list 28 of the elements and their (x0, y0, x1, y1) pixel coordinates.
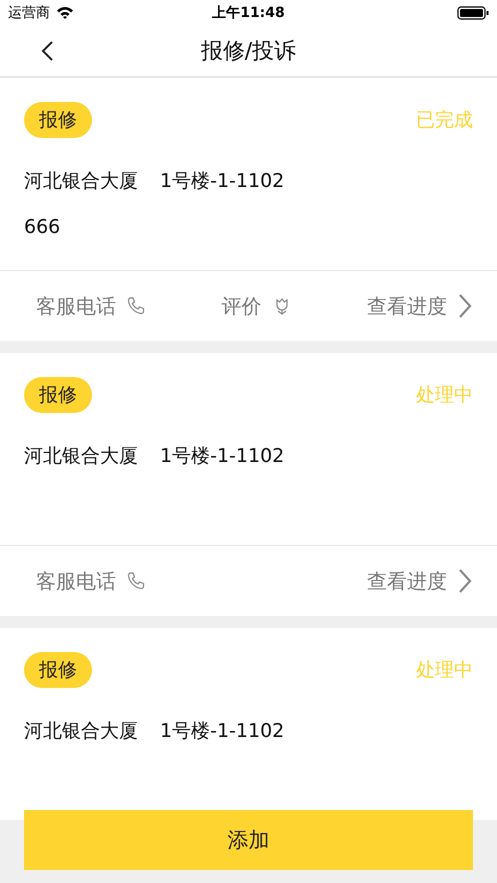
unit-number: 1号楼-1-1102 (160, 719, 284, 744)
status-label: 已完成 (416, 108, 473, 133)
unit-number: 1号楼-1-1102 (160, 444, 284, 469)
category-badge: 报修 (24, 377, 92, 413)
view-progress-button[interactable]: 查看进度 (367, 292, 473, 320)
category-badge: 报修 (24, 102, 92, 138)
chevron-right-icon (457, 568, 473, 594)
phone-icon (126, 571, 146, 591)
description-text: 666 (24, 216, 62, 238)
rate-button[interactable]: 评价 (222, 292, 292, 320)
call-service-button[interactable]: 客服电话 (36, 568, 146, 594)
chevron-right-icon (457, 293, 473, 319)
add-button[interactable]: 添加 (24, 810, 473, 870)
building-name: 河北银合大厦 (24, 719, 138, 744)
status-label: 处理中 (416, 658, 473, 683)
battery-icon (457, 6, 489, 20)
status-label: 处理中 (416, 383, 473, 408)
building-name: 河北银合大厦 (24, 169, 138, 194)
carrier-name: 运营商 (8, 4, 50, 22)
phone-icon (126, 296, 146, 316)
building-name: 河北银合大厦 (24, 444, 138, 469)
view-progress-button[interactable]: 查看进度 (367, 568, 473, 594)
clock-time: 上午11:48 (212, 5, 285, 21)
category-badge: 报修 (24, 652, 92, 688)
call-service-button[interactable]: 客服电话 (36, 292, 146, 320)
unit-number: 1号楼-1-1102 (160, 169, 284, 194)
wifi-icon (56, 6, 74, 19)
page-title: 报修/投诉 (200, 38, 296, 66)
